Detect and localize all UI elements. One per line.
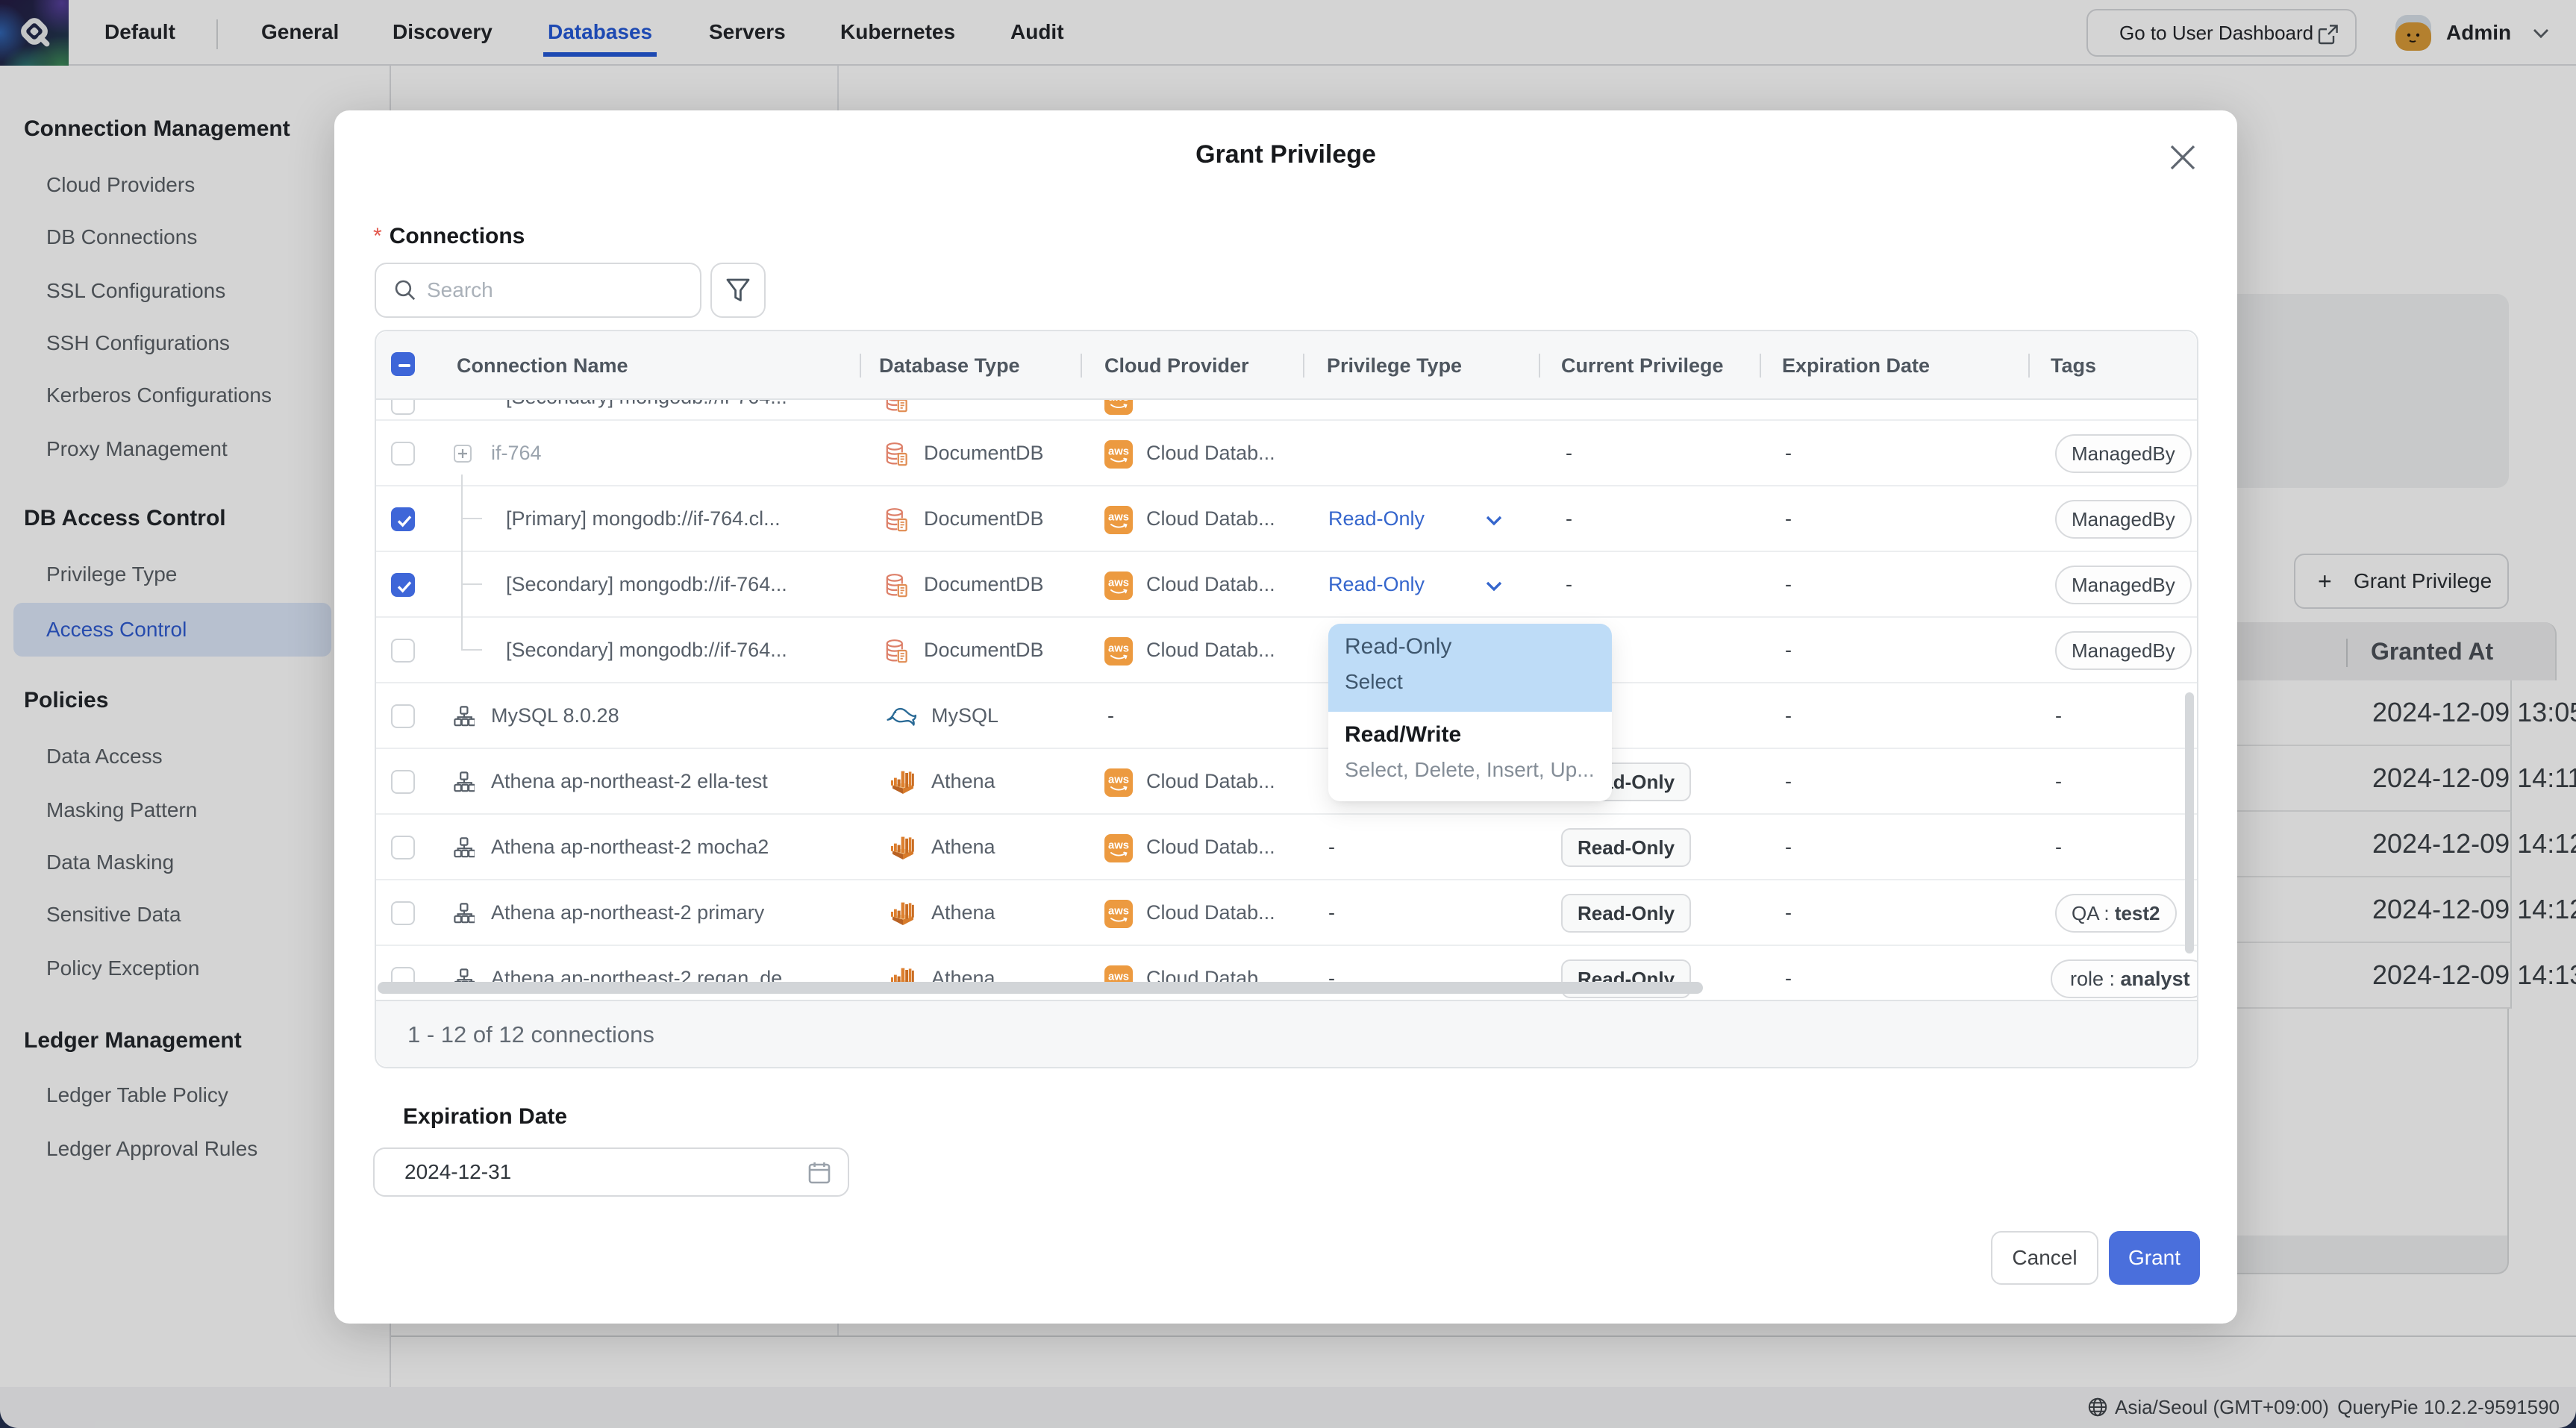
svg-text:aws: aws [1108,400,1128,404]
